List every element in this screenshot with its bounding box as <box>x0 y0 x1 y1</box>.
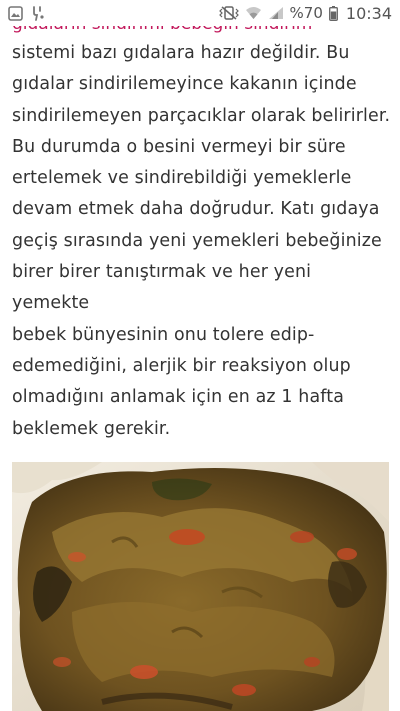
battery-icon <box>328 5 338 21</box>
article-line: edemediğini, alerjik bir reaksiyon olup <box>12 355 351 376</box>
article-line: gıdalar sindirilemeyince kakanın içinde <box>12 74 357 95</box>
article-line: sistemi bazı gıdalara hazır değildir. Bu <box>12 43 350 63</box>
status-bar-left <box>8 5 45 21</box>
wifi-icon <box>245 6 262 20</box>
article-photo[interactable] <box>12 462 389 711</box>
article-line: ertelemek ve sindirebildiği yemeklerle <box>12 168 352 189</box>
status-bar: %70 10:34 <box>0 0 400 26</box>
article-line: geçiş sırasında yeni yemekleri bebeğiniz… <box>12 230 382 251</box>
clock: 10:34 <box>345 3 392 23</box>
article-line: birer birer tanıştırmak ve her yeni yeme… <box>12 262 312 314</box>
signal-icon <box>268 6 284 20</box>
screen: gıdaların sindirimi bebeğin sindirim <box>0 0 400 711</box>
article-line: Bu durumda o besini vermeyi bir süre <box>12 136 346 157</box>
battery-percent: %70 <box>289 4 323 22</box>
gallery-icon <box>8 5 23 21</box>
article-line: olmadığını anlamak için en az 1 hafta <box>12 387 345 408</box>
notification-icon <box>31 5 45 21</box>
article-line: sindirilemeyen parçacıklar olarak beliri… <box>12 105 391 126</box>
article-line: devam etmek daha doğrudur. Katı gıdaya <box>12 199 380 220</box>
stool-photo-illustration <box>12 462 389 711</box>
article-line: beklemek gerekir. <box>12 418 171 439</box>
article-line: bebek bünyesinin onu tolere edip- <box>12 324 315 345</box>
article-body: sistemi bazı gıdalara hazır değildir. Bu… <box>12 38 394 445</box>
status-bar-right: %70 10:34 <box>218 3 392 23</box>
vibrate-mute-icon <box>218 6 239 20</box>
